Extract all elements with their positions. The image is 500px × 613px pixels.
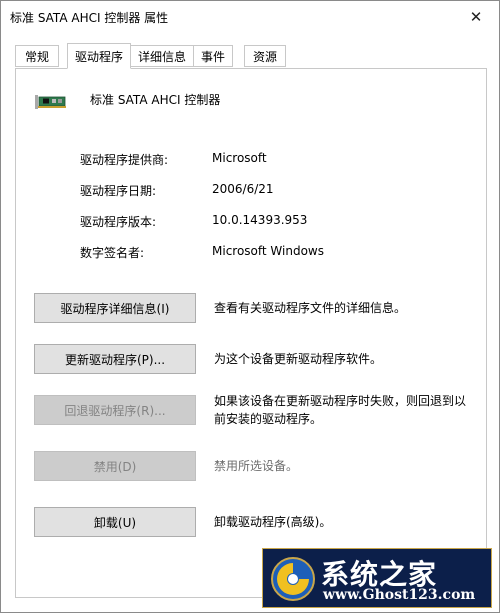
signer-value: Microsoft Windows bbox=[212, 244, 324, 258]
driver-tab-panel: 标准 SATA AHCI 控制器 驱动程序提供商: Microsoft 驱动程序… bbox=[15, 68, 487, 598]
provider-label: 驱动程序提供商: bbox=[80, 153, 169, 167]
tab-resources[interactable]: 资源 bbox=[244, 45, 286, 67]
date-label: 驱动程序日期: bbox=[80, 184, 157, 198]
tab-driver[interactable]: 驱动程序 bbox=[67, 43, 131, 69]
disable-device-description: 禁用所选设备。 bbox=[214, 459, 299, 473]
tab-events[interactable]: 事件 bbox=[193, 45, 233, 67]
uninstall-button[interactable]: 卸载(U) bbox=[34, 507, 196, 537]
device-name: 标准 SATA AHCI 控制器 bbox=[90, 93, 221, 107]
driver-details-description: 查看有关驱动程序文件的详细信息。 bbox=[214, 301, 407, 315]
watermark-overlay: 系统之家 www.Ghost123.com bbox=[262, 548, 492, 608]
roll-back-driver-description: 如果该设备在更新驱动程序时失败，则回退到以前安装的驱动程序。 bbox=[214, 394, 467, 426]
properties-dialog: 标准 SATA AHCI 控制器 属性 ✕ 常规 驱动程序 详细信息 事件 资源… bbox=[0, 0, 500, 613]
disable-device-button[interactable]: 禁用(D) bbox=[34, 451, 196, 481]
version-value: 10.0.14393.953 bbox=[212, 213, 308, 227]
window-title: 标准 SATA AHCI 控制器 属性 bbox=[10, 11, 169, 25]
uninstall-description: 卸载驱动程序(高级)。 bbox=[214, 515, 332, 529]
signer-label: 数字签名者: bbox=[80, 246, 145, 260]
roll-back-driver-button[interactable]: 回退驱动程序(R)... bbox=[34, 395, 196, 425]
update-driver-description: 为这个设备更新驱动程序软件。 bbox=[214, 352, 383, 366]
tab-details[interactable]: 详细信息 bbox=[130, 45, 194, 67]
date-value: 2006/6/21 bbox=[212, 182, 274, 196]
driver-details-button[interactable]: 驱动程序详细信息(I) bbox=[34, 293, 196, 323]
close-icon: ✕ bbox=[469, 8, 483, 26]
version-label: 驱动程序版本: bbox=[80, 215, 157, 229]
update-driver-button[interactable]: 更新驱动程序(P)... bbox=[34, 344, 196, 374]
title-bar[interactable]: 标准 SATA AHCI 控制器 属性 ✕ bbox=[1, 1, 499, 33]
tab-general[interactable]: 常规 bbox=[15, 45, 59, 67]
provider-value: Microsoft bbox=[212, 151, 267, 165]
close-button[interactable]: ✕ bbox=[453, 1, 499, 33]
site-logo-icon bbox=[269, 555, 317, 606]
watermark-url: www.Ghost123.com bbox=[323, 587, 476, 603]
controller-card-icon bbox=[34, 92, 68, 117]
